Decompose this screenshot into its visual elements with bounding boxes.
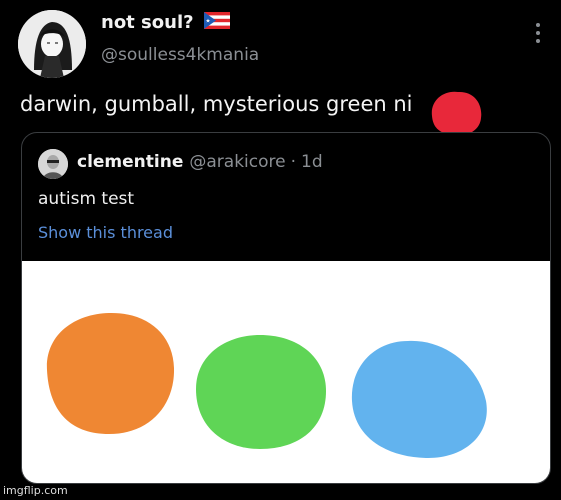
avatar[interactable] — [18, 10, 86, 78]
quote-author-line: clementine @arakicore · 1d — [77, 152, 323, 172]
display-name-text: not soul? — [101, 12, 194, 33]
more-options-icon[interactable] — [530, 20, 546, 46]
quote-avatar[interactable] — [38, 149, 68, 179]
quote-display-name[interactable]: clementine — [77, 152, 183, 172]
puerto-rico-flag-icon — [203, 12, 230, 34]
quote-separator: · — [290, 152, 296, 172]
quote-avatar-image — [38, 149, 68, 179]
show-thread-link[interactable]: Show this thread — [38, 223, 173, 242]
tweet-text: darwin, gumball, mysterious green ni — [20, 92, 413, 116]
quote-media-image[interactable] — [22, 261, 550, 483]
quote-handle[interactable]: @arakicore — [189, 152, 285, 172]
imgflip-watermark: imgflip.com — [3, 484, 68, 497]
quote-timestamp[interactable]: 1d — [301, 152, 323, 172]
green-dot — [196, 335, 326, 449]
avatar-image — [18, 10, 86, 78]
redaction-scribble — [428, 88, 484, 138]
user-handle[interactable]: @soulless4kmania — [101, 45, 259, 65]
quoted-tweet-card[interactable]: clementine @arakicore · 1d autism test Show… — [21, 132, 551, 484]
blue-dot — [351, 340, 487, 459]
quote-text: autism test — [38, 189, 135, 209]
display-name[interactable]: not soul? — [101, 12, 230, 34]
orange-dot — [46, 312, 175, 434]
